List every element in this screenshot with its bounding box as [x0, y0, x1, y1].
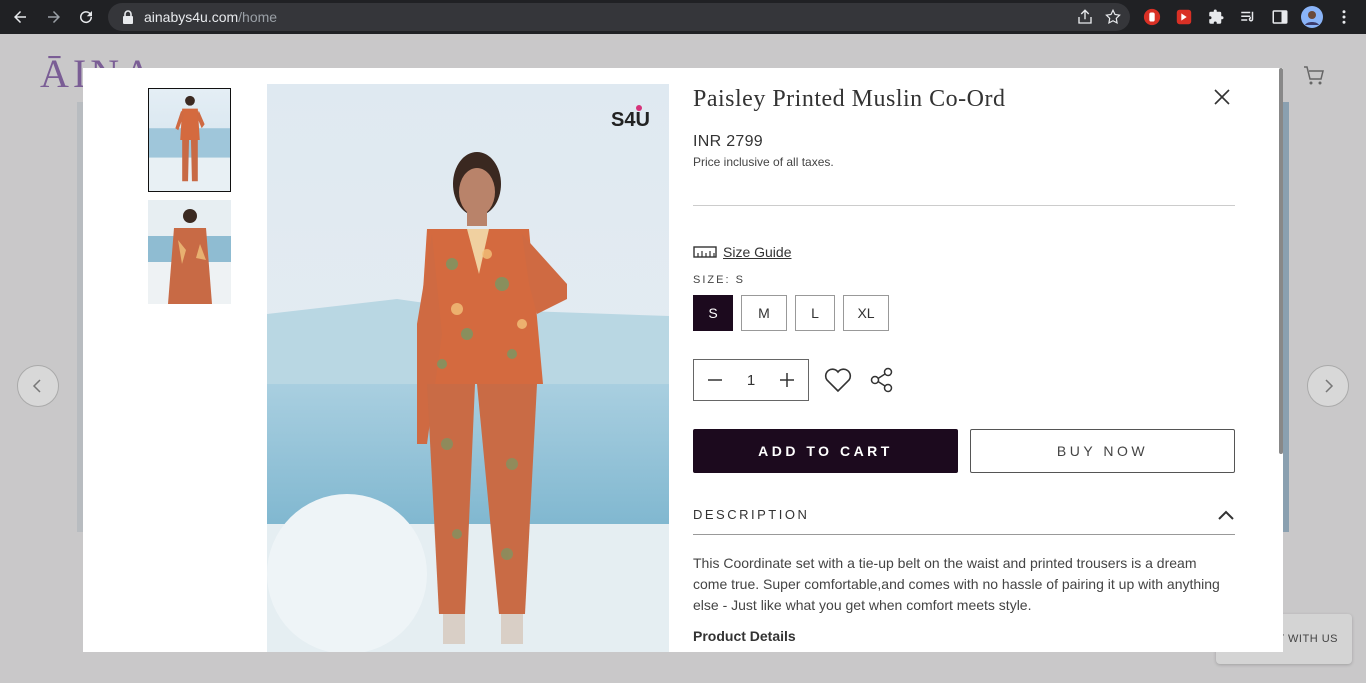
size-option-s[interactable]: S	[693, 295, 733, 331]
cart-icon[interactable]	[1302, 64, 1326, 88]
extension-record-icon[interactable]	[1172, 5, 1196, 29]
size-options: S M L XL	[693, 295, 1235, 331]
description-title: DESCRIPTION	[693, 507, 810, 522]
url-domain: ainabys4u.com	[144, 9, 239, 25]
description-text: This Coordinate set with a tie-up belt o…	[693, 555, 1220, 613]
side-panel-icon[interactable]	[1268, 5, 1292, 29]
thumbnail-image	[148, 200, 231, 304]
size-option-xl[interactable]: XL	[843, 295, 889, 331]
tax-note: Price inclusive of all taxes.	[693, 155, 834, 169]
extensions-area	[1140, 4, 1356, 30]
product-photo: S4U	[267, 84, 669, 652]
address-bar-actions	[1076, 3, 1122, 31]
buy-now-button[interactable]: BUY NOW	[970, 429, 1235, 473]
quantity-stepper: 1	[693, 359, 809, 401]
extension-stop-icon[interactable]	[1140, 5, 1164, 29]
decrement-button[interactable]	[706, 371, 724, 389]
increment-button[interactable]	[778, 371, 796, 389]
carousel-next-button[interactable]	[1307, 365, 1349, 407]
extensions-puzzle-icon[interactable]	[1204, 5, 1228, 29]
size-label: SIZE: S	[693, 274, 1235, 286]
back-arrow-icon	[14, 11, 26, 23]
description-accordion-header[interactable]: DESCRIPTION	[693, 507, 1235, 535]
plus-icon	[780, 373, 794, 387]
hero-banner-edge	[1283, 102, 1289, 532]
back-button[interactable]	[4, 1, 36, 33]
quantity-row: 1	[693, 359, 1235, 401]
thumbnail-list	[148, 88, 232, 312]
chevron-left-icon	[32, 379, 41, 393]
forward-button[interactable]	[38, 1, 70, 33]
size-label-text: SIZE:	[693, 274, 731, 286]
chevron-up-icon	[1218, 510, 1234, 520]
size-option-m[interactable]: M	[741, 295, 787, 331]
thumbnail-1[interactable]	[148, 88, 231, 192]
main-product-image[interactable]: S4U	[267, 84, 669, 652]
thumbnail-image	[149, 89, 230, 191]
product-price: INR 2799	[693, 133, 763, 150]
size-guide-label: Size Guide	[723, 244, 792, 260]
quick-view-modal: S4U Paisley Printed Muslin Co-Ord INR 27…	[83, 68, 1283, 652]
brand-logo-mark: S4U	[611, 105, 650, 131]
divider	[693, 205, 1235, 206]
reload-icon	[80, 11, 93, 24]
thumbnail-2[interactable]	[148, 200, 231, 304]
browser-menu-icon[interactable]	[1332, 5, 1356, 29]
chevron-right-icon	[1325, 379, 1334, 393]
share-page-icon[interactable]	[1076, 8, 1094, 26]
size-option-l[interactable]: L	[795, 295, 835, 331]
browser-toolbar: ainabys4u.com/home	[0, 0, 1366, 34]
add-to-cart-button[interactable]: ADD TO CART	[693, 429, 958, 473]
share-icon[interactable]	[869, 367, 895, 393]
size-guide-link[interactable]: Size Guide	[693, 244, 1235, 260]
forward-arrow-icon	[48, 11, 60, 23]
svg-text:S4U: S4U	[611, 109, 650, 131]
purchase-actions: ADD TO CART BUY NOW	[693, 429, 1235, 473]
address-bar[interactable]: ainabys4u.com/home	[108, 3, 1130, 31]
reload-button[interactable]	[70, 1, 102, 33]
selected-size-text: S	[735, 274, 745, 286]
profile-avatar[interactable]	[1300, 5, 1324, 29]
url-text: ainabys4u.com/home	[144, 9, 277, 25]
minus-icon	[708, 379, 722, 381]
product-details-heading: Product Details	[693, 628, 796, 644]
product-details-panel: Paisley Printed Muslin Co-Ord INR 2799 P…	[693, 86, 1235, 644]
ruler-icon	[693, 246, 717, 258]
quantity-value[interactable]: 1	[747, 372, 755, 389]
product-title: Paisley Printed Muslin Co-Ord	[693, 86, 1006, 112]
carousel-prev-button[interactable]	[17, 365, 59, 407]
wishlist-heart-icon[interactable]	[823, 365, 853, 395]
modal-scrollbar[interactable]	[1279, 68, 1283, 454]
bookmark-star-icon[interactable]	[1104, 8, 1122, 26]
lock-icon	[123, 10, 133, 24]
media-control-icon[interactable]	[1236, 5, 1260, 29]
url-path: /home	[238, 9, 278, 25]
